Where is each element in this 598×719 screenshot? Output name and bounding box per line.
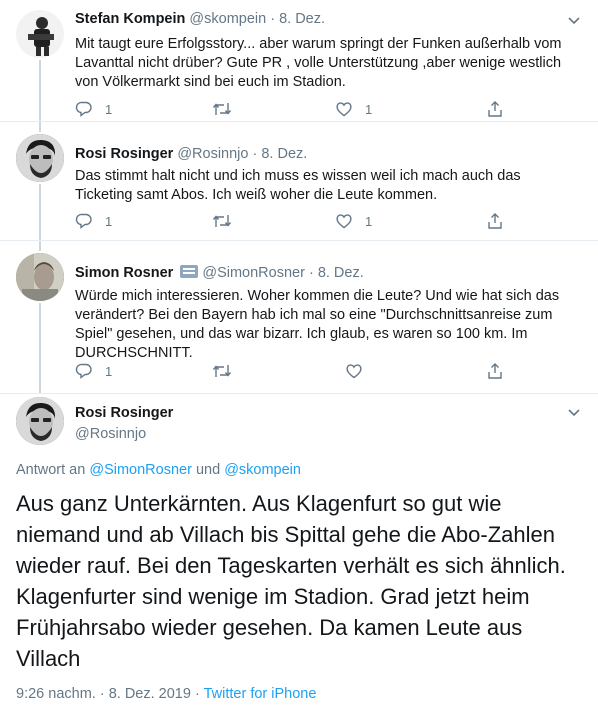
badge-icon — [180, 265, 199, 278]
tweet[interactable]: Simon Rosner @SimonRosner · 8. Dez. Würd… — [0, 241, 598, 394]
author-name[interactable]: Stefan Kompein — [75, 11, 185, 27]
mention-link[interactable]: @SimonRosner — [89, 462, 192, 478]
tweet-actions: 1 — [75, 361, 515, 381]
heart-icon — [346, 364, 362, 379]
author-name[interactable]: Rosi Rosinger — [75, 146, 173, 162]
tweet-actions: 1 1 — [75, 211, 515, 231]
retweet-button[interactable] — [212, 361, 244, 381]
avatar[interactable] — [16, 134, 64, 182]
like-button[interactable]: 1 — [335, 211, 372, 231]
tweet-time[interactable]: 9:26 nachm. — [16, 686, 96, 702]
share-icon — [488, 213, 502, 229]
share-icon — [488, 101, 502, 117]
retweet-icon — [212, 365, 232, 377]
retweet-button[interactable] — [212, 99, 244, 119]
main-avatar[interactable] — [16, 397, 64, 445]
retweet-icon — [212, 103, 232, 115]
tweet-date[interactable]: 8. Dez. — [318, 265, 364, 281]
thread-line — [39, 60, 41, 121]
share-button[interactable] — [486, 99, 504, 119]
author-handle[interactable]: @skompein — [189, 11, 266, 27]
avatar[interactable] — [16, 10, 64, 58]
heart-icon — [336, 102, 352, 117]
thread-line — [39, 184, 41, 240]
reply-and: und — [195, 462, 221, 478]
tweet-text: Das stimmt halt nicht und ich muss es wi… — [75, 168, 521, 203]
reply-context: Antwort an @SimonRosner und @skompein — [16, 462, 301, 478]
like-count: 1 — [365, 101, 373, 117]
reply-icon — [75, 363, 92, 379]
reply-button[interactable]: 1 — [75, 99, 112, 119]
like-button[interactable] — [345, 361, 363, 381]
tweet-footer: 9:26 nachm. · 8. Dez. 2019 · Twitter for… — [16, 686, 317, 702]
like-button[interactable]: 1 — [335, 99, 372, 119]
reply-icon — [75, 101, 92, 117]
retweet-button[interactable] — [212, 211, 244, 231]
main-tweet-text: Aus ganz Unterkärnten. Aus Klagenfurt so… — [16, 491, 566, 671]
main-author-handle[interactable]: @Rosinnjo — [75, 426, 146, 442]
reply-button[interactable]: 1 — [75, 211, 112, 231]
tweet-text: Mit taugt eure Erfolgsstory... aber waru… — [75, 36, 562, 90]
tweet[interactable]: Rosi Rosinger @Rosinnjo · 8. Dez. Das st… — [0, 122, 598, 241]
like-count: 1 — [365, 213, 373, 229]
thread-line — [39, 122, 41, 132]
tweet-date[interactable]: 8. Dez. — [261, 146, 307, 162]
reply-count: 1 — [105, 213, 113, 229]
main-author-name[interactable]: Rosi Rosinger — [75, 405, 173, 421]
thread-line — [39, 241, 41, 251]
tweet-full-date[interactable]: 8. Dez. 2019 — [109, 686, 191, 702]
author-name[interactable]: Simon Rosner — [75, 265, 173, 281]
mention-link[interactable]: @skompein — [224, 462, 301, 478]
source-link[interactable]: Twitter for iPhone — [204, 686, 317, 702]
author-handle[interactable]: @Rosinnjo — [177, 146, 248, 162]
reply-prefix: Antwort an — [16, 462, 86, 478]
chevron-down-icon[interactable] — [564, 10, 584, 30]
share-button[interactable] — [486, 361, 504, 381]
author-handle[interactable]: @SimonRosner — [202, 265, 305, 281]
reply-icon — [75, 213, 92, 229]
retweet-icon — [212, 215, 232, 227]
reply-button[interactable]: 1 — [75, 361, 112, 381]
thread-line — [39, 303, 41, 393]
tweet[interactable]: Stefan Kompein @skompein · 8. Dez. Mit t… — [0, 0, 598, 122]
tweet-date[interactable]: 8. Dez. — [279, 11, 325, 27]
heart-icon — [336, 214, 352, 229]
avatar[interactable] — [16, 253, 64, 301]
tweet-text: Würde mich interessieren. Woher kommen d… — [75, 288, 560, 361]
share-icon — [488, 363, 502, 379]
chevron-down-icon[interactable] — [564, 402, 584, 422]
reply-count: 1 — [105, 101, 113, 117]
share-button[interactable] — [486, 211, 504, 231]
tweet-actions: 1 1 — [75, 99, 515, 119]
reply-count: 1 — [105, 363, 113, 379]
